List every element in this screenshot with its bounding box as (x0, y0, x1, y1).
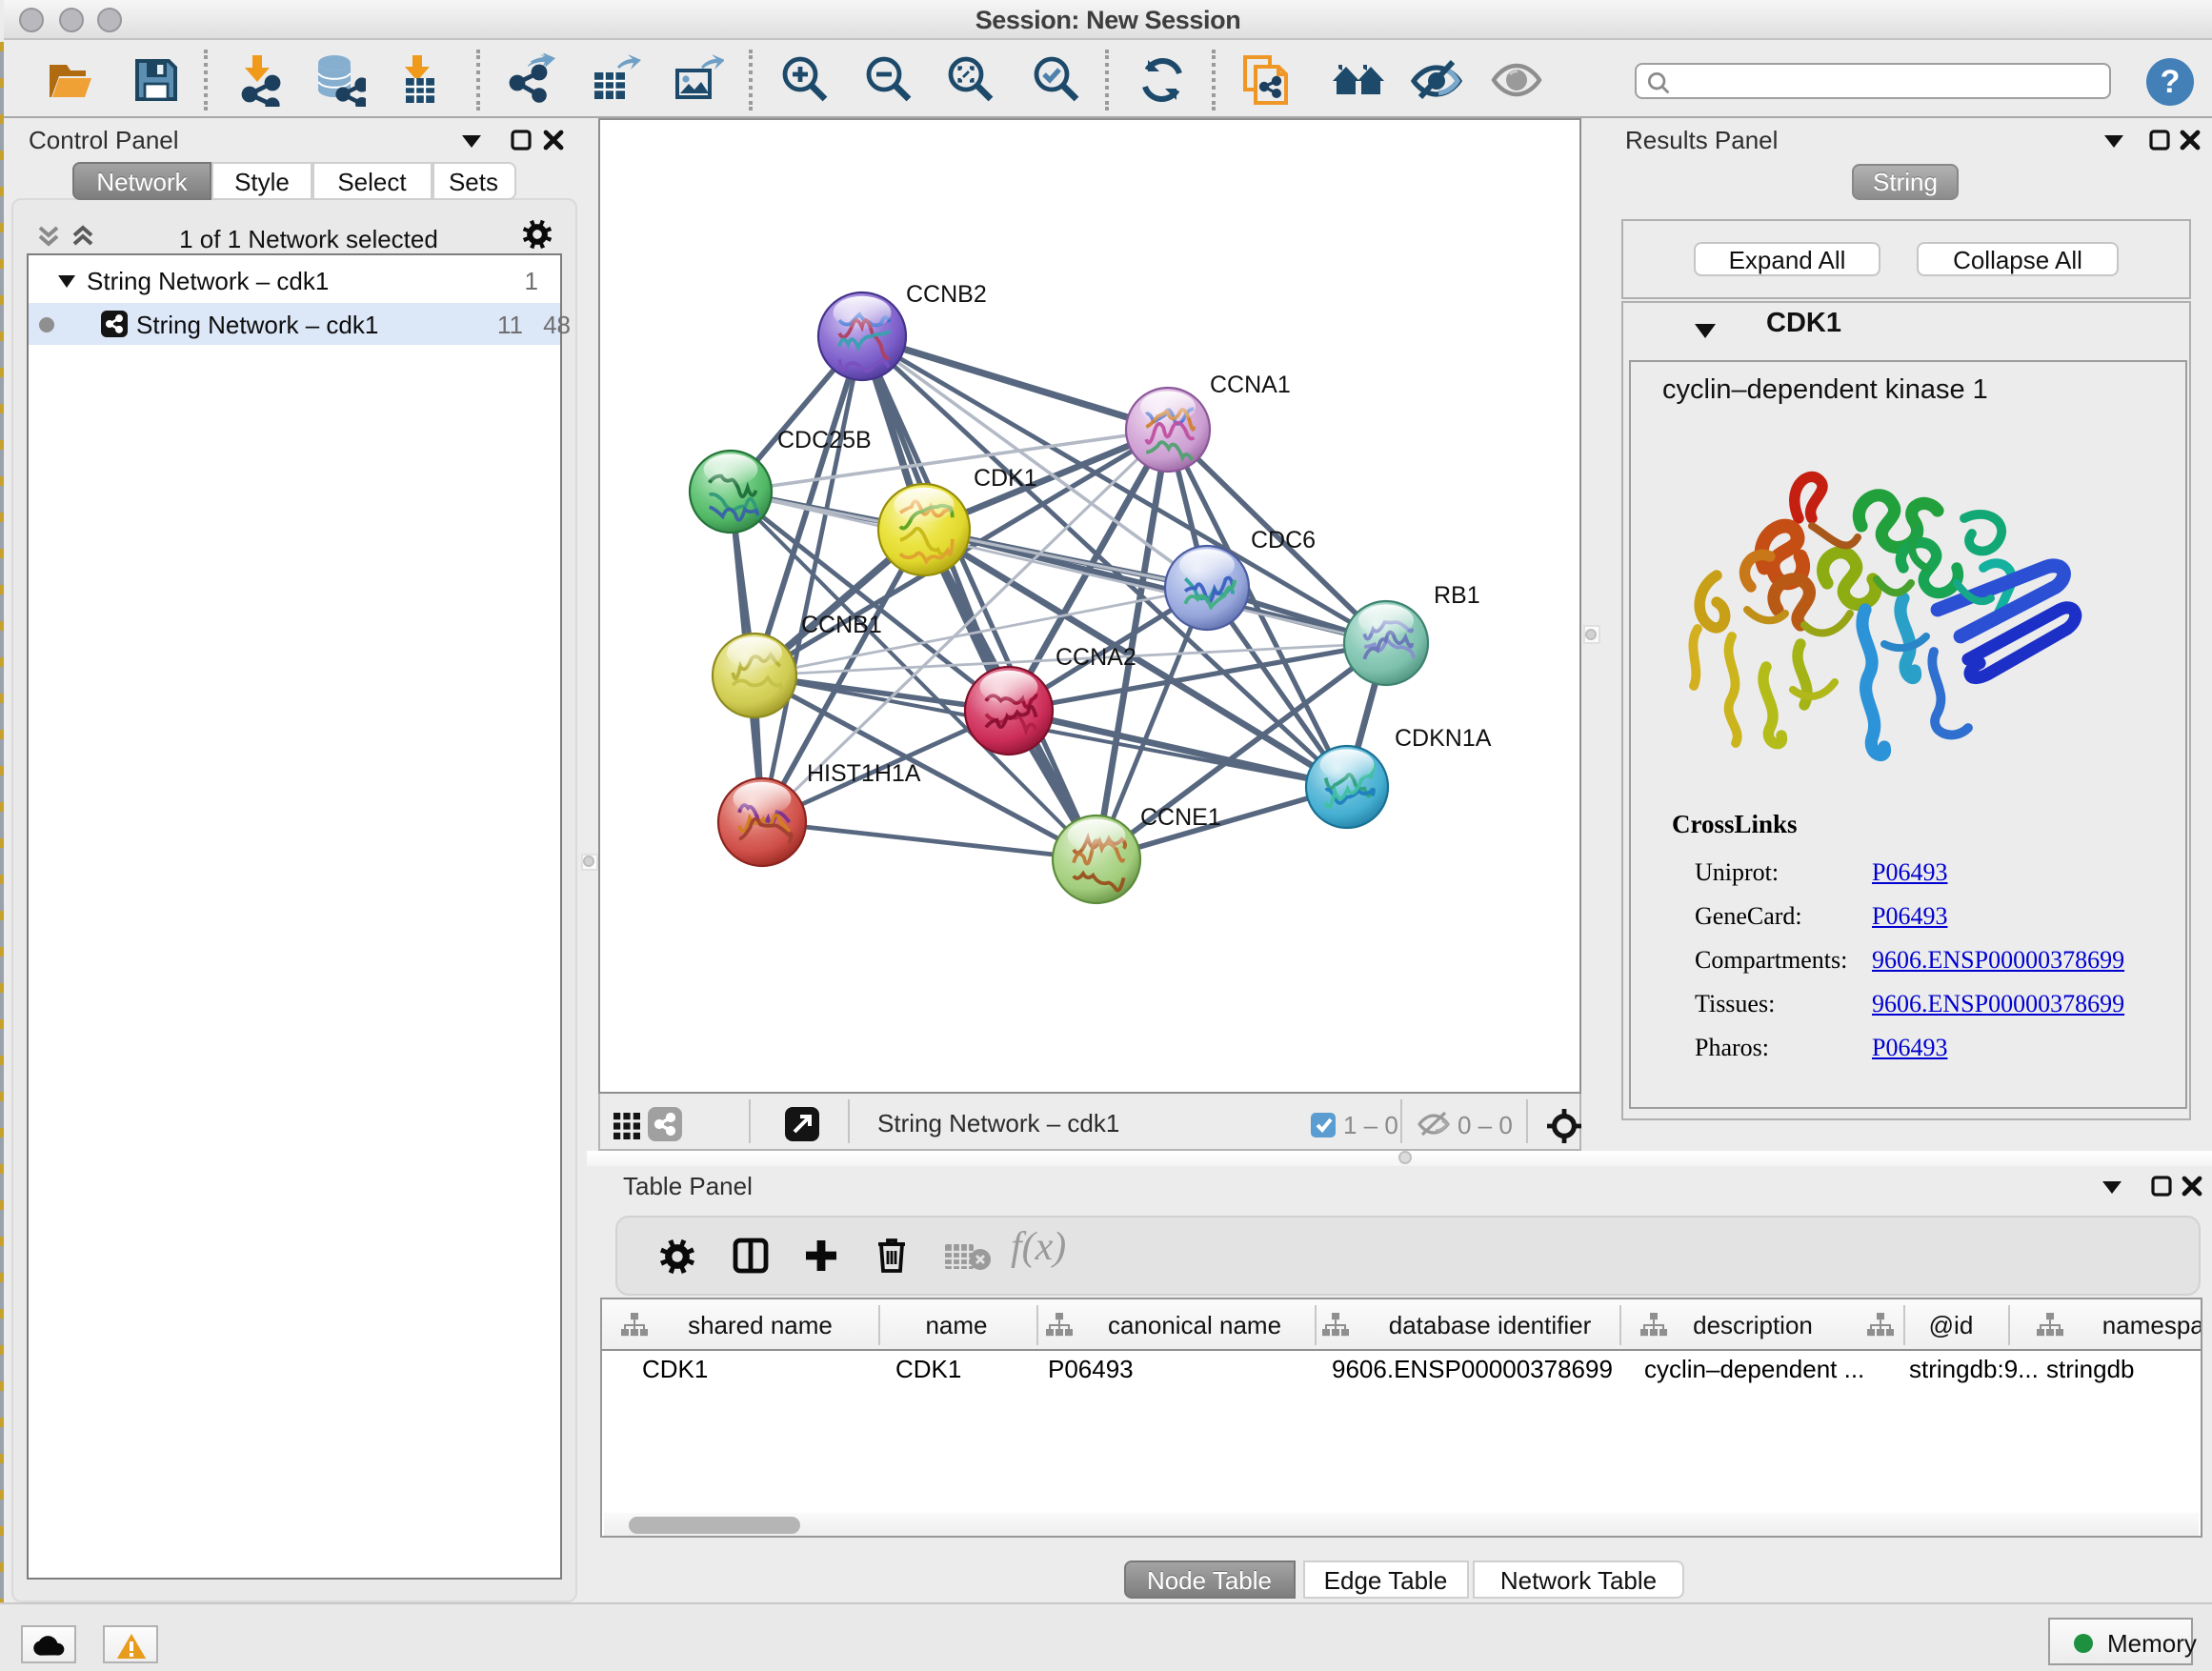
svg-text:RB1: RB1 (1434, 582, 1480, 609)
svg-text:?: ? (2161, 64, 2181, 100)
svg-text:CDC25B: CDC25B (777, 427, 872, 453)
svg-text:CCNA2: CCNA2 (1056, 644, 1136, 671)
svg-text:CDK1: CDK1 (974, 465, 1037, 492)
svg-text:CDKN1A: CDKN1A (1395, 725, 1492, 752)
svg-text:HIST1H1A: HIST1H1A (807, 760, 921, 787)
svg-text:CCNB1: CCNB1 (801, 612, 882, 638)
svg-text:CCNB2: CCNB2 (906, 281, 987, 308)
svg-text:CDC6: CDC6 (1251, 527, 1316, 554)
svg-text:CCNA1: CCNA1 (1210, 372, 1291, 398)
svg-text:CCNE1: CCNE1 (1140, 804, 1221, 831)
